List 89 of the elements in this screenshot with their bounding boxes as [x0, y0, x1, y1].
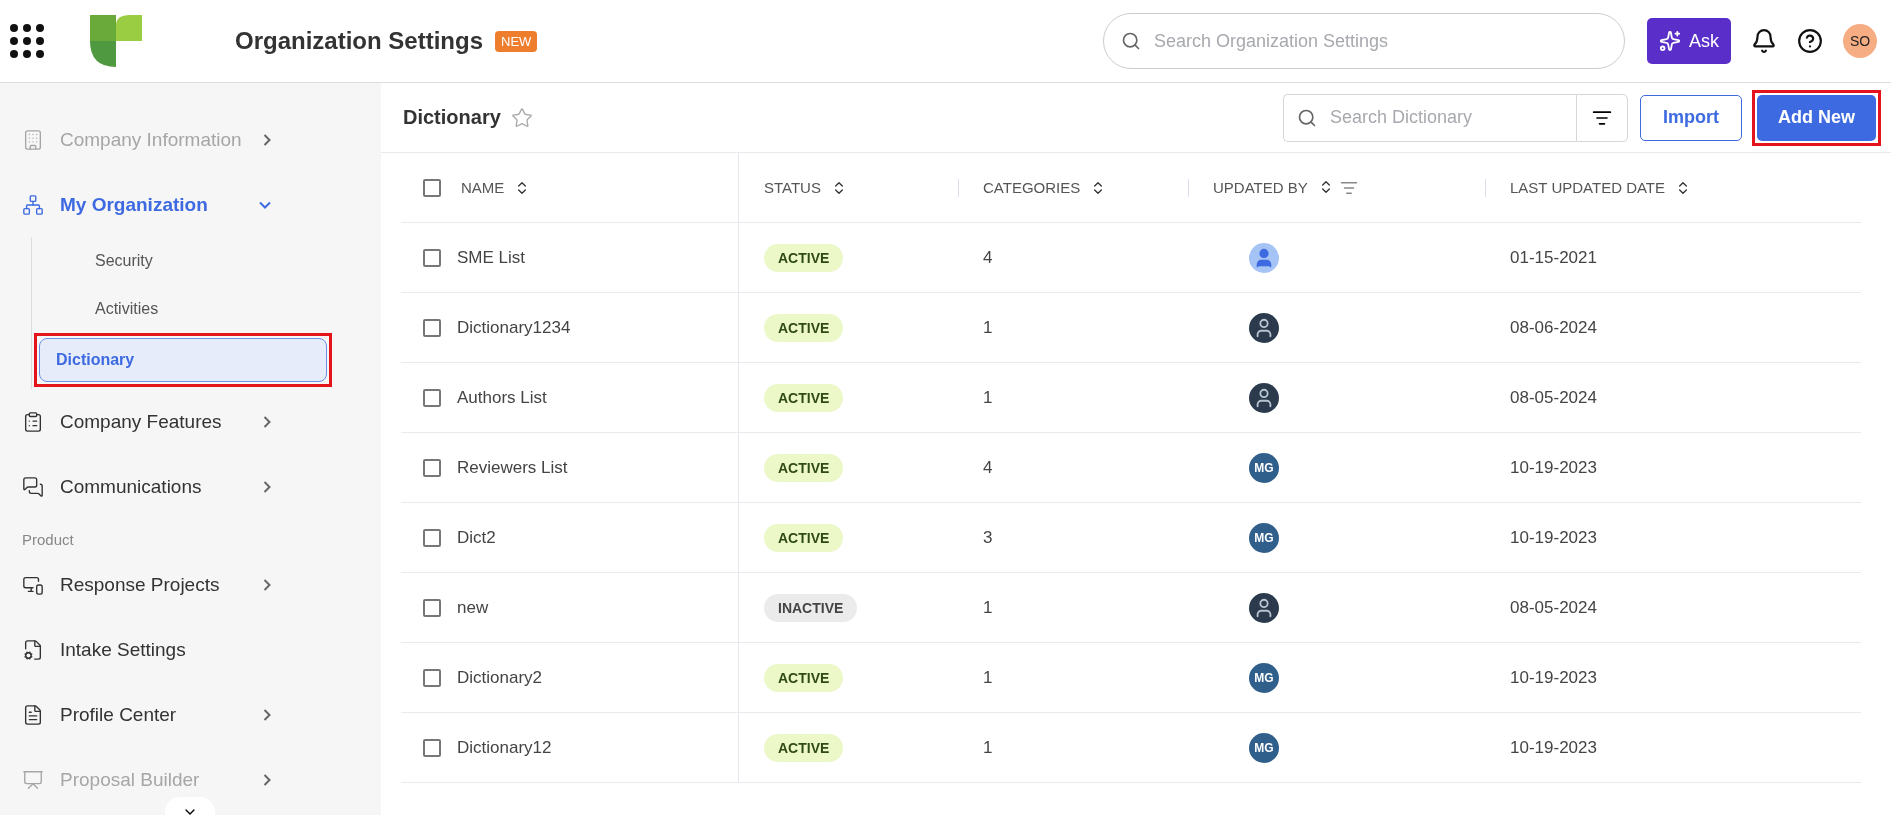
status-badge: ACTIVE [764, 243, 844, 272]
row-checkbox[interactable] [423, 388, 441, 407]
row-checkbox[interactable] [423, 248, 441, 267]
categories-cell: 1 [983, 737, 993, 758]
categories-cell: 1 [983, 667, 993, 688]
column-header[interactable]: LAST UPDATED DATE [1510, 179, 1666, 196]
star-icon[interactable] [510, 106, 533, 129]
sidebar-item[interactable]: Profile Center [22, 682, 381, 747]
status-badge: ACTIVE [764, 733, 844, 762]
row-checkbox[interactable] [423, 668, 441, 687]
status-badge: ACTIVE [764, 663, 844, 692]
column-header[interactable]: CATEGORIES [983, 179, 1081, 196]
categories-cell: 3 [983, 527, 993, 548]
date-cell: 08-06-2024 [1510, 317, 1597, 338]
org-chart-icon [22, 193, 44, 216]
name-cell: Dict2 [457, 527, 496, 548]
row-checkbox[interactable] [423, 738, 441, 757]
user-avatar: MG [1249, 662, 1279, 693]
import-button[interactable]: Import [1640, 94, 1742, 141]
sidebar-item[interactable]: Intake Settings [22, 617, 381, 682]
name-cell: Dictionary12 [457, 737, 552, 758]
avatar-silhouette-icon [1249, 592, 1279, 623]
new-badge: NEW [495, 30, 538, 52]
status-badge: ACTIVE [764, 383, 844, 412]
date-cell: 08-05-2024 [1510, 597, 1597, 618]
categories-cell: 1 [983, 597, 993, 618]
categories-cell: 4 [983, 457, 993, 478]
sparkle-icon [1659, 30, 1681, 52]
name-cell: Dictionary1234 [457, 317, 571, 338]
sidebar-subitem[interactable]: Dictionary [39, 338, 327, 382]
row-checkbox[interactable] [423, 318, 441, 337]
search-icon [1121, 31, 1141, 51]
status-badge: ACTIVE [764, 313, 844, 342]
search-field[interactable]: Search Dictionary [1283, 93, 1576, 142]
user-avatar: MG [1249, 732, 1279, 763]
user-avatar[interactable]: SO [1843, 24, 1877, 58]
sidebar-item[interactable]: Company Features [22, 389, 381, 454]
help-icon[interactable] [1797, 28, 1823, 54]
add-new-button[interactable]: Add New [1757, 94, 1876, 141]
clipboard-icon [22, 410, 44, 433]
avatar-user-icon [1249, 242, 1279, 273]
sidebar-item[interactable]: Communications [22, 454, 381, 519]
ask-button[interactable]: Ask [1647, 18, 1731, 64]
name-cell: Reviewers List [457, 457, 568, 478]
date-cell: 10-19-2023 [1510, 667, 1597, 688]
date-cell: 10-19-2023 [1510, 527, 1597, 548]
status-badge: INACTIVE [764, 593, 858, 622]
document-icon [22, 703, 44, 726]
column-header[interactable]: STATUS [764, 179, 821, 196]
sidebar-item[interactable]: Response Projects [22, 552, 381, 617]
sidebar-subitem[interactable]: Activities [52, 285, 381, 333]
apps-grid-icon[interactable] [10, 24, 44, 58]
date-cell: 01-15-2021 [1510, 247, 1597, 268]
app-title: Organization Settings [235, 27, 483, 55]
row-checkbox[interactable] [423, 458, 441, 477]
chat-bubbles-icon [22, 475, 44, 498]
page-title: Dictionary [403, 106, 501, 129]
select-all-checkbox[interactable] [423, 178, 441, 197]
bell-icon[interactable] [1751, 28, 1777, 54]
avatar-silhouette-icon [1249, 312, 1279, 343]
date-cell: 08-05-2024 [1510, 387, 1597, 408]
presentation-icon [22, 768, 44, 791]
logo-icon [90, 15, 142, 67]
sidebar-subitem[interactable]: Security [52, 237, 381, 285]
date-cell: 10-19-2023 [1510, 457, 1597, 478]
categories-cell: 1 [983, 387, 993, 408]
name-cell: SME List [457, 247, 526, 268]
filter-button[interactable] [1576, 93, 1628, 142]
column-header[interactable]: UPDATED BY [1213, 179, 1308, 196]
categories-cell: 1 [983, 317, 993, 338]
user-avatar: MG [1249, 522, 1279, 553]
status-badge: ACTIVE [764, 453, 844, 482]
name-cell: Authors List [457, 387, 547, 408]
row-checkbox[interactable] [423, 598, 441, 617]
avatar-silhouette-icon [1249, 382, 1279, 413]
date-cell: 10-19-2023 [1510, 737, 1597, 758]
search-icon [1297, 107, 1317, 128]
name-cell: Dictionary2 [457, 667, 543, 688]
building-icon [22, 128, 44, 151]
section-label: Product [22, 531, 75, 548]
user-avatar: MG [1249, 452, 1279, 483]
file-gear-icon [22, 638, 44, 661]
name-cell: new [457, 597, 489, 618]
column-header[interactable]: NAME [461, 179, 505, 196]
row-checkbox[interactable] [423, 528, 441, 547]
search-field[interactable]: Search Organization Settings [1103, 13, 1625, 69]
sidebar-item[interactable]: My Organization [22, 172, 381, 237]
categories-cell: 4 [983, 247, 993, 268]
status-badge: ACTIVE [764, 523, 844, 552]
